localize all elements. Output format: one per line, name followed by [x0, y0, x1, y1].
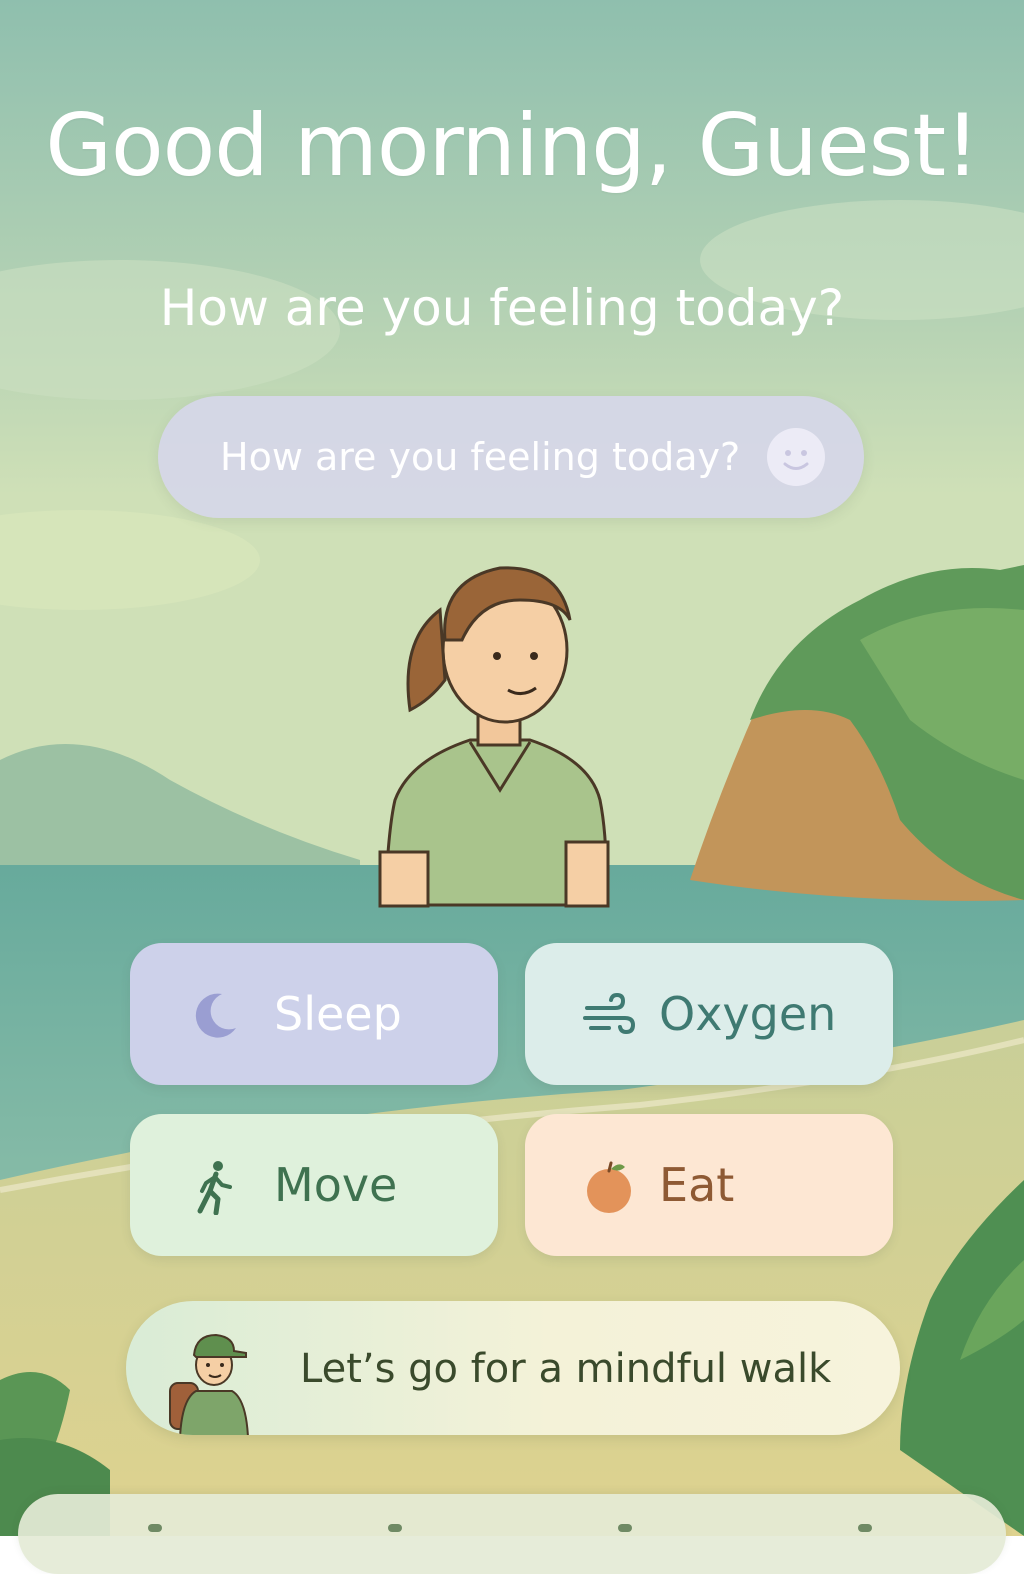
category-oxygen-button[interactable]: Oxygen — [525, 943, 893, 1085]
category-label: Oxygen — [659, 987, 837, 1041]
category-label: Move — [274, 1158, 398, 1212]
nav-item-icon[interactable] — [148, 1524, 162, 1532]
mood-input[interactable]: How are you feeling today? — [158, 396, 864, 518]
mood-input-placeholder: How are you feeling today? — [220, 435, 741, 479]
mindful-walk-button[interactable]: Let’s go for a mindful walk — [126, 1301, 900, 1435]
smiley-face-icon[interactable] — [766, 427, 826, 487]
category-sleep-button[interactable]: Sleep — [130, 943, 498, 1085]
mindful-walk-label: Let’s go for a mindful walk — [300, 1346, 832, 1392]
category-label: Eat — [659, 1158, 735, 1212]
apple-icon — [587, 1161, 631, 1213]
hiker-icon — [169, 1333, 249, 1435]
category-label: Sleep — [274, 987, 402, 1041]
mood-question: How are you feeling today? — [159, 279, 845, 337]
category-move-button[interactable]: Move — [130, 1114, 498, 1256]
nav-item-icon[interactable] — [388, 1524, 402, 1532]
moon-icon — [195, 993, 236, 1038]
category-eat-button[interactable]: Eat — [525, 1114, 893, 1256]
greeting-title: Good morning, Guest! — [45, 95, 979, 196]
wind-icon — [583, 992, 636, 1035]
nav-item-icon[interactable] — [618, 1524, 632, 1532]
nav-item-icon[interactable] — [858, 1524, 872, 1532]
bottom-navigation-bar[interactable] — [18, 1494, 1006, 1574]
walking-person-icon — [197, 1161, 232, 1215]
